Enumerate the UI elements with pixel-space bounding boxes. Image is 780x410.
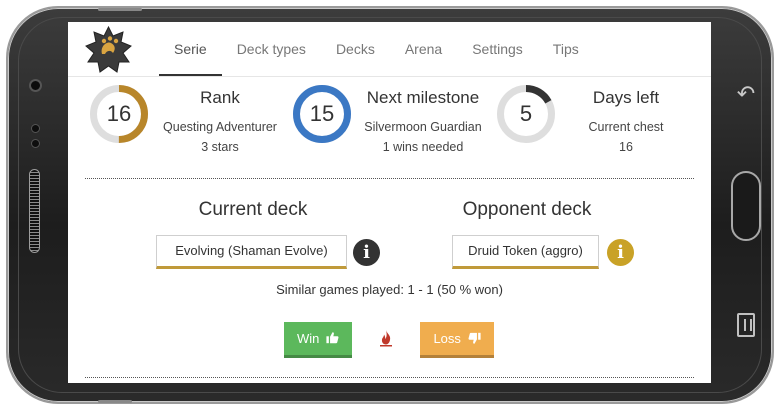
win-button-label: Win: [296, 331, 320, 346]
days-left-value: 5: [519, 101, 533, 126]
top-nav: Serie Deck types Decks Arena Settings Ti…: [68, 22, 711, 77]
milestone-title: Next milestone: [366, 88, 480, 107]
rank-name: Questing Adventurer: [163, 120, 277, 134]
tab-decks[interactable]: Decks: [321, 22, 390, 76]
days-left-info: Days left Current chest 16: [551, 87, 701, 157]
camera-icon: [29, 79, 42, 92]
loss-button[interactable]: Loss: [420, 322, 494, 358]
rank-stars: 3 stars: [201, 140, 239, 154]
current-deck-info-icon[interactable]: i: [353, 239, 380, 266]
opponent-deck-select[interactable]: Druid Token (aggro): [452, 235, 599, 269]
tab-deck-types[interactable]: Deck types: [222, 22, 321, 76]
days-left-progress-ring: 5: [496, 84, 556, 144]
speaker-grille: [29, 169, 40, 253]
divider: [85, 178, 694, 179]
recent-apps-key-icon[interactable]: [737, 313, 755, 337]
tab-settings[interactable]: Settings: [457, 22, 538, 76]
similar-games-text: Similar games played: 1 - 1 (50 % won): [276, 282, 503, 297]
tab-serie[interactable]: Serie: [159, 22, 222, 76]
thumbs-down-icon: [468, 332, 481, 344]
rank-title: Rank: [200, 88, 240, 107]
rank-progress-ring: 16: [89, 84, 149, 144]
divider: [85, 377, 694, 378]
current-chest-value: 16: [619, 140, 633, 154]
nav-tabs: Serie Deck types Decks Arena Settings Ti…: [159, 22, 594, 76]
rank-value: 16: [106, 101, 132, 126]
current-deck-heading: Current deck: [198, 199, 308, 220]
milestone-wins-needed: 1 wins needed: [382, 140, 464, 154]
tab-tips[interactable]: Tips: [538, 22, 594, 76]
volume-button: [98, 8, 142, 11]
milestone-progress-ring: 15: [292, 84, 352, 144]
thumbs-up-icon: [326, 332, 339, 344]
flame-icon[interactable]: [379, 329, 393, 351]
milestone-info: Next milestone Silvermoon Guardian 1 win…: [348, 87, 498, 157]
home-key[interactable]: [731, 171, 761, 241]
days-left-title: Days left: [592, 88, 660, 107]
rank-info: Rank Questing Adventurer 3 stars: [145, 87, 295, 157]
tab-arena[interactable]: Arena: [390, 22, 457, 76]
power-button: [98, 400, 132, 403]
win-button[interactable]: Win: [284, 322, 352, 358]
app-screen: Serie Deck types Decks Arena Settings Ti…: [68, 22, 711, 383]
sensor-icon: [31, 139, 40, 148]
back-key-icon[interactable]: ↶: [735, 81, 757, 107]
loss-button-label: Loss: [433, 331, 461, 346]
current-deck-select[interactable]: Evolving (Shaman Evolve): [156, 235, 347, 269]
opponent-deck-info-icon[interactable]: i: [607, 239, 634, 266]
opponent-deck-heading: Opponent deck: [462, 199, 592, 220]
current-chest-label: Current chest: [588, 120, 664, 134]
milestone-value: 15: [309, 101, 335, 126]
milestone-name: Silvermoon Guardian: [364, 120, 482, 134]
app-logo[interactable]: [85, 25, 132, 73]
sensor-icon: [31, 124, 40, 133]
